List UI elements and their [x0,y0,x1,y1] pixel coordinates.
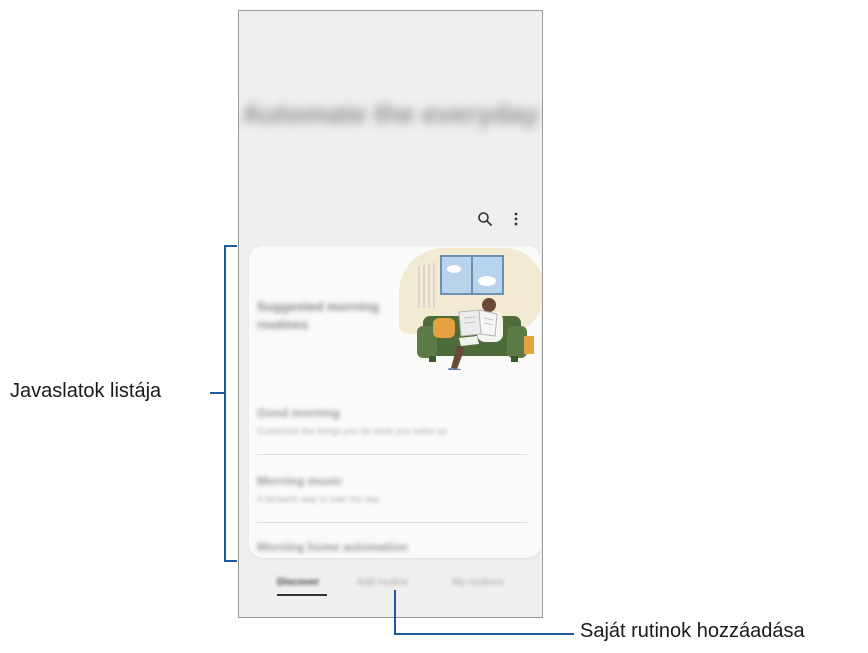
screen-title: Automate the everyday [241,99,540,129]
suggestions-bracket [224,245,237,562]
bottom-tab-bar: Discover Add routine My routines [239,574,542,598]
suggestion-item-title: Morning music [257,474,343,488]
suggestion-item-title: Morning home automation [257,540,408,554]
bottom-callout-vertical-line [394,590,396,635]
tab-my-routines[interactable]: My routines [452,577,504,588]
add-routines-label: Saját rutinok hozzáadása [580,620,805,642]
suggestions-card: Suggested morning routines Good morning … [249,246,542,558]
list-divider [257,522,527,523]
list-divider [257,454,527,455]
search-icon[interactable] [473,207,497,231]
sofa-reading-illustration [417,255,534,370]
suggestion-item-good-morning[interactable]: Good morning Customize the things you do… [257,406,527,436]
tab-add-routine[interactable]: Add routine [357,577,408,588]
left-callout-line [210,392,224,394]
suggestions-list-label: Javaslatok listája [10,380,162,402]
suggestion-item-morning-music[interactable]: Morning music A fantastic way to start t… [257,474,527,504]
phone-screen: Automate the everyday Suggested morning … [238,10,543,618]
bottom-callout-horizontal-line [394,633,574,635]
suggestion-item-subtitle: A fantastic way to start the day [257,494,380,504]
active-tab-indicator [277,594,327,596]
more-options-icon[interactable] [504,207,528,231]
suggestion-item-home-automation[interactable]: Morning home automation [257,540,527,554]
suggestion-item-title: Good morning [257,406,340,420]
tab-discover[interactable]: Discover [277,577,319,588]
suggestions-card-title: Suggested morning routines [257,299,380,332]
suggestion-item-subtitle: Customize the things you do while you wa… [257,426,447,436]
